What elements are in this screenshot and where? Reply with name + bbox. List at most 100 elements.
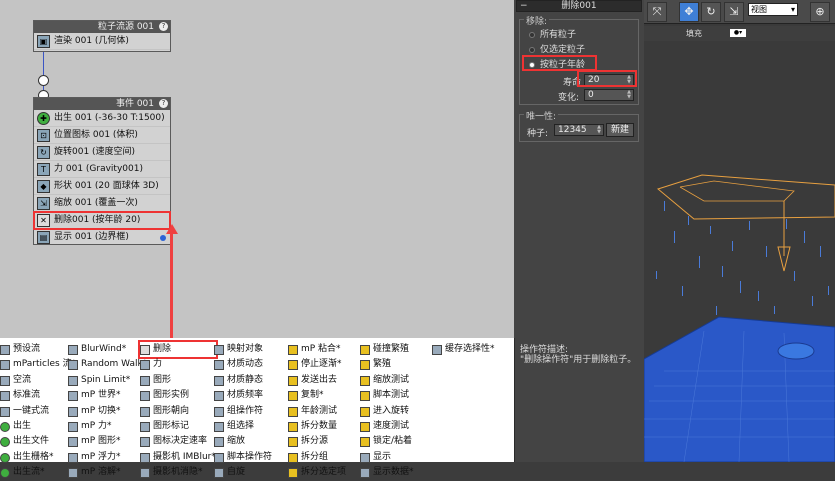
operator-icon (68, 452, 78, 463)
depot-item[interactable]: 摄影机 IMBlur* (140, 450, 216, 465)
depot-item[interactable]: mP 图形* (68, 434, 147, 449)
render-op-label: 渲染 001 (几何体) (54, 36, 129, 46)
depot-item[interactable]: mP 溶解* (68, 465, 147, 480)
depot-item-delete[interactable]: 删除 (138, 339, 218, 360)
op-force[interactable]: T 力 001 (Gravity001) (34, 161, 170, 178)
depot-item[interactable]: 拆分源 (288, 434, 346, 449)
node-menu-icon[interactable]: ? (159, 22, 168, 31)
depot-item-label: 锁定/粘着 (373, 436, 413, 447)
source-node-title[interactable]: 粒子流源 001 ? (34, 21, 170, 33)
depot-item[interactable]: BlurWind* (68, 342, 147, 357)
camera-icon (140, 452, 150, 463)
snap-icon[interactable]: ⊕ (810, 2, 830, 22)
depot-item[interactable]: 显示 (360, 450, 414, 465)
depot-item[interactable]: 拆分数量 (288, 419, 346, 434)
op-scale[interactable]: ⇲ 缩放 001 (覆盖一次) (34, 195, 170, 212)
depot-item[interactable]: mP 粘合* (288, 342, 346, 357)
display-dropdown-icon[interactable]: ●▾ (730, 29, 746, 37)
depot-item[interactable]: 缩放测试 (360, 373, 414, 388)
select-move-icon[interactable]: ⤧ (647, 2, 667, 22)
event-node[interactable]: 事件 001 ? ✚ 出生 001 (-36-30 T:1500) ⊡ 位置图标 0… (33, 97, 171, 246)
depot-item[interactable]: 摄影机消隐* (140, 465, 216, 480)
depot-item[interactable]: 进入旋转 (360, 404, 414, 419)
depot-item[interactable]: 复制* (288, 388, 346, 403)
spinner-arrows-icon[interactable]: ▲ ▼ (626, 90, 632, 100)
event-node-title[interactable]: 事件 001 ? (34, 98, 170, 110)
depot-item[interactable]: mP 世界* (68, 388, 147, 403)
output-socket-icon[interactable] (38, 75, 49, 86)
operator-icon (68, 375, 78, 386)
depot-item[interactable]: 组选择 (214, 419, 272, 434)
depot-item[interactable]: 力 (140, 357, 216, 372)
depot-item[interactable]: Spin Limit* (68, 373, 147, 388)
depot-item[interactable]: 显示数据* (360, 465, 414, 480)
rotate-icon[interactable]: ↻ (701, 2, 721, 22)
depot-item[interactable]: 缓存选择性* (432, 342, 495, 357)
depot-item[interactable]: 碰撞繁殖 (360, 342, 414, 357)
display-icon (360, 468, 370, 479)
emitter-box-inner (679, 180, 795, 202)
source-node[interactable]: 粒子流源 001 ? ▣ 渲染 001 (几何体) (33, 20, 171, 52)
variation-spinner[interactable]: 0 ▲ ▼ (584, 89, 634, 101)
depot-item[interactable]: Random Walk* (68, 357, 147, 372)
depot-item[interactable]: 脚本测试 (360, 388, 414, 403)
display-color-dot[interactable] (160, 235, 166, 241)
depot-item[interactable]: 速度测试 (360, 419, 414, 434)
depot-item[interactable]: mP 浮力* (68, 450, 147, 465)
move-icon[interactable]: ✥ (679, 2, 699, 22)
depot-item[interactable]: 脚本操作符 (214, 450, 272, 465)
view-dropdown[interactable]: 视图 ▾ (748, 3, 798, 16)
depot-item[interactable]: 停止逐渐* (288, 357, 346, 372)
depot-item[interactable]: mParticles 流* (0, 357, 76, 372)
depot-item[interactable]: 缩放 (214, 434, 272, 449)
depot-item[interactable]: 出生 (0, 419, 76, 434)
depot-item[interactable]: 映射对象 (214, 342, 272, 357)
render-icon: ▣ (37, 35, 50, 48)
depot-item[interactable]: 拆分组 (288, 450, 346, 465)
depot-item[interactable]: mP 力* (68, 419, 147, 434)
depot-item[interactable]: 发送出去 (288, 373, 346, 388)
depot-item[interactable]: 图形 (140, 373, 216, 388)
node-menu-icon[interactable]: ? (159, 99, 168, 108)
new-seed-button[interactable]: 新建 (606, 123, 634, 137)
depot-item[interactable]: 组操作符 (214, 404, 272, 419)
depot-item[interactable]: 锁定/粘着 (360, 434, 414, 449)
depot-item[interactable]: 图形实例 (140, 388, 216, 403)
depot-item[interactable]: 标准流 (0, 388, 76, 403)
viewport-scene[interactable] (644, 41, 835, 462)
radio-all-particles[interactable]: 所有粒子 (529, 29, 576, 41)
op-shape[interactable]: ◆ 形状 001 (20 面球体 3D) (34, 178, 170, 195)
depot-item[interactable]: 出生栅格* (0, 450, 76, 465)
depot-item[interactable]: 空流 (0, 373, 76, 388)
depot-item[interactable]: 自旋 (214, 465, 272, 480)
render-op[interactable]: ▣ 渲染 001 (几何体) (34, 33, 170, 50)
depot-item[interactable]: 出生流* (0, 465, 76, 480)
depot-item[interactable]: 繁殖 (360, 357, 414, 372)
viewport[interactable]: ⤧ ✥ ↻ ⇲ 视图 ▾ ⊕ 填充 ●▾ (644, 0, 835, 462)
tab-fill[interactable]: 填充 (686, 26, 702, 41)
depot-item[interactable]: 拆分选定项 (288, 465, 346, 480)
depot-item[interactable]: 年龄测试 (288, 404, 346, 419)
collapse-icon[interactable]: − (520, 1, 528, 12)
depot-item[interactable]: 图标决定速率 (140, 434, 216, 449)
op-position-icon[interactable]: ⊡ 位置图标 001 (体积) (34, 127, 170, 144)
seed-spinner[interactable]: 12345 ▲ ▼ (554, 124, 604, 136)
operator-depot[interactable]: 预设流 mParticles 流* 空流 标准流 一键式流 出生 出生文件 出生… (0, 338, 514, 479)
particle-view-canvas[interactable]: 粒子流源 001 ? ▣ 渲染 001 (几何体) 事件 001 ? ✚ 出生 0… (0, 0, 514, 345)
depot-item[interactable]: 预设流 (0, 342, 76, 357)
spinner-arrows-icon[interactable]: ▲ ▼ (596, 125, 602, 135)
depot-item[interactable]: mP 切换* (68, 404, 147, 419)
depot-item[interactable]: 图形标记 (140, 419, 216, 434)
depot-item[interactable]: 材质频率 (214, 388, 272, 403)
scale-icon[interactable]: ⇲ (724, 2, 744, 22)
op-birth[interactable]: ✚ 出生 001 (-36-30 T:1500) (34, 110, 170, 127)
depot-item[interactable]: 材质静态 (214, 373, 272, 388)
depot-item[interactable]: 一键式流 (0, 404, 76, 419)
depot-item[interactable]: 图形朝向 (140, 404, 216, 419)
depot-item[interactable]: 出生文件 (0, 434, 76, 449)
rollout-title[interactable]: − 删除001 (516, 0, 642, 12)
op-delete[interactable]: ✕ 删除001 (按年龄 20) (33, 211, 171, 230)
op-display[interactable]: ▤ 显示 001 (边界框) (34, 229, 170, 246)
op-rotation[interactable]: ↻ 旋转001 (速度空间) (34, 144, 170, 161)
depot-item[interactable]: 材质动态 (214, 357, 272, 372)
